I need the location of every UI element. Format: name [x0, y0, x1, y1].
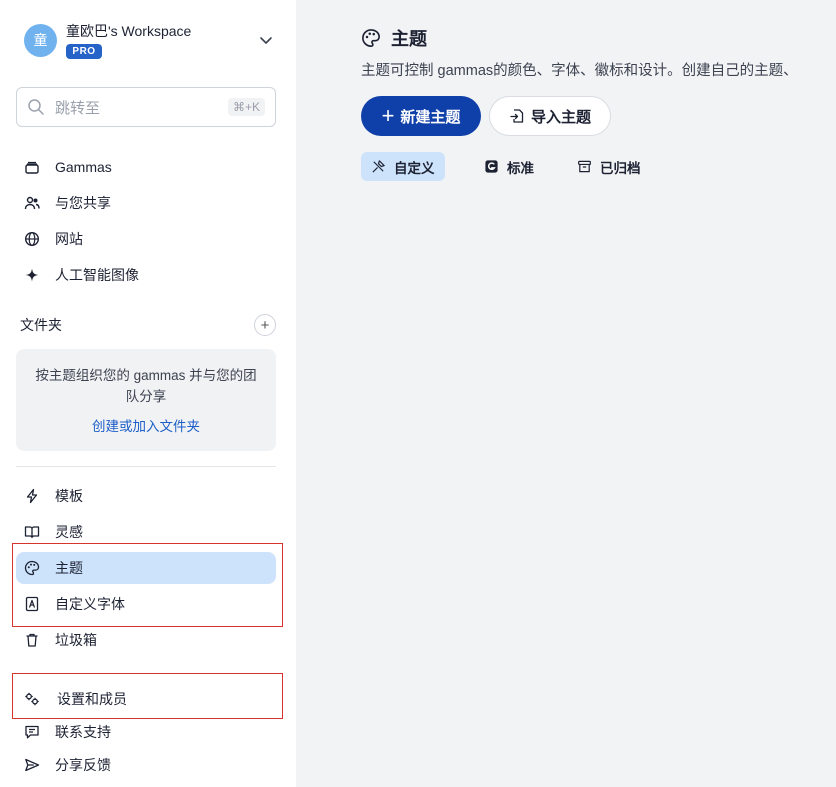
page-header: 主题 [361, 25, 427, 51]
plus-icon: + [381, 103, 395, 128]
sidebar-item-feedback[interactable]: 分享反馈 [16, 749, 276, 781]
sidebar-item-label: 人工智能图像 [55, 267, 139, 283]
add-folder-button[interactable]: + [254, 314, 276, 336]
custom-brush-icon [372, 160, 385, 173]
sidebar-item-label: 模板 [55, 488, 83, 504]
tab-label: 标准 [507, 160, 534, 176]
sidebar-item-label: 分享反馈 [55, 757, 111, 773]
sidebar-item-trash[interactable]: 垃圾箱 [16, 624, 276, 656]
tab-label: 已归档 [600, 160, 641, 176]
tab-label: 自定义 [394, 160, 435, 176]
trash-icon [26, 633, 38, 647]
sidebar-item-label: 联系支持 [55, 724, 111, 740]
tab-standard[interactable]: 标准 [474, 152, 544, 181]
book-icon [24, 526, 40, 539]
search-input[interactable]: 跳转至 ⌘+K [16, 87, 276, 127]
send-icon [25, 758, 40, 772]
users-icon [24, 196, 40, 210]
workspace-name: 童欧巴's Workspace [66, 23, 192, 39]
bolt-icon [26, 488, 38, 504]
workspace-switcher[interactable]: 童 童欧巴's Workspace PRO [24, 20, 274, 60]
globe-icon [24, 231, 40, 247]
highlight-box-themes-fonts [12, 543, 283, 627]
page-description: 主题可控制 gammas的颜色、字体、徽标和设计。创建自己的主题、 [361, 63, 798, 79]
highlight-box-settings [12, 673, 283, 719]
folders-empty-state: 按主题组织您的 gammas 并与您的团队分享 创建或加入文件夹 [16, 349, 276, 451]
sidebar-item-templates[interactable]: 模板 [16, 480, 276, 512]
palette-icon [362, 29, 380, 47]
sidebar-item-gammas[interactable]: Gammas [16, 151, 276, 183]
folders-empty-description: 按主题组织您的 gammas 并与您的团队分享 [35, 368, 257, 404]
archive-icon [578, 160, 591, 173]
sidebar-item-websites[interactable]: 网站 [16, 223, 276, 255]
avatar: 童 [24, 23, 57, 57]
import-theme-button[interactable]: 导入主题 [489, 96, 611, 136]
new-theme-label: 新建主题 [400, 108, 461, 126]
tab-archived[interactable]: 已归档 [567, 152, 651, 181]
folders-title: 文件夹 [20, 317, 62, 333]
main-content: 主题 主题可控制 gammas的颜色、字体、徽标和设计。创建自己的主题、 + 新… [296, 0, 836, 787]
sidebar-item-label: 灵感 [55, 524, 83, 540]
page-title: 主题 [391, 29, 427, 49]
sparkle-icon [25, 268, 39, 282]
pro-badge: PRO [66, 44, 102, 59]
import-file-icon [510, 109, 524, 123]
sidebar-item-label: 垃圾箱 [55, 632, 97, 648]
tab-custom[interactable]: 自定义 [361, 152, 445, 181]
import-theme-label: 导入主题 [530, 108, 591, 126]
sidebar-item-label: 与您共享 [55, 195, 111, 211]
sidebar-item-label: Gammas [55, 159, 112, 175]
sidebar: 童 童欧巴's Workspace PRO 跳转至 ⌘+K Gammas 与您共… [0, 0, 296, 787]
stack-icon [25, 161, 39, 174]
gamma-logo-icon [485, 160, 498, 173]
search-icon [28, 99, 44, 115]
search-shortcut: ⌘+K [227, 98, 265, 116]
sidebar-item-label: 网站 [55, 231, 83, 247]
create-folder-link[interactable]: 创建或加入文件夹 [34, 415, 258, 435]
new-theme-button[interactable]: + 新建主题 [361, 96, 481, 136]
sidebar-item-shared[interactable]: 与您共享 [16, 187, 276, 219]
chevron-down-icon[interactable] [258, 32, 274, 48]
chat-icon [25, 725, 39, 739]
sidebar-item-contact-support[interactable]: 联系支持 [16, 716, 276, 748]
folders-header: 文件夹 + [20, 314, 276, 336]
sidebar-item-ai-images[interactable]: 人工智能图像 [16, 259, 276, 291]
search-placeholder: 跳转至 [55, 99, 101, 117]
divider [16, 466, 276, 467]
